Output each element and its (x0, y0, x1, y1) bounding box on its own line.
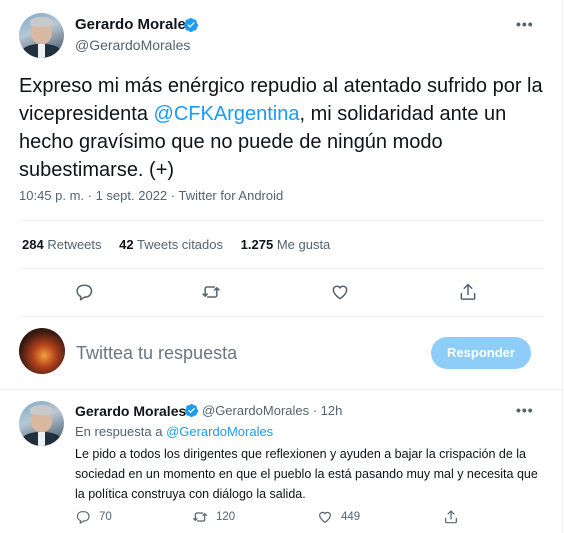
in-reply-prefix: En respuesta a (75, 424, 167, 439)
divider (0, 389, 563, 390)
retweet-icon[interactable] (201, 282, 221, 302)
retweets-stat[interactable]: 284 Retweets (22, 237, 102, 252)
divider (19, 316, 545, 317)
reply-share-action[interactable] (443, 509, 459, 527)
likes-count: 1.275 (240, 237, 274, 252)
reply-like-action[interactable]: 449 (317, 509, 360, 527)
reply-author-avatar[interactable] (19, 401, 64, 446)
reply-retweets-count: 120 (216, 511, 236, 523)
reply-author-handle-time[interactable]: @GerardoMorales · 12h (202, 403, 342, 418)
in-reply-handle-link[interactable]: @GerardoMorales (166, 424, 273, 439)
share-icon[interactable] (458, 282, 478, 302)
quotes-count: 42 (119, 237, 134, 252)
reply-button[interactable]: Responder (431, 337, 531, 369)
mention-link[interactable]: @CFKArgentina (154, 103, 300, 125)
reply-retweet-action[interactable]: 120 (192, 509, 235, 527)
share-icon (445, 510, 457, 524)
author-avatar[interactable] (19, 13, 64, 58)
divider (19, 220, 545, 221)
reply-reply-action[interactable]: 70 (75, 509, 112, 527)
like-icon (319, 511, 331, 524)
author-name[interactable]: Gerardo Morales (75, 16, 194, 33)
quotes-stat[interactable]: 42 Tweets citados (119, 237, 223, 252)
reply-replies-count: 70 (99, 511, 112, 523)
reply-likes-count: 449 (341, 511, 361, 523)
reply-icon[interactable] (74, 282, 94, 302)
tweet-meta[interactable]: 10:45 p. m. · 1 sept. 2022 · Twitter for… (19, 188, 283, 203)
current-user-avatar[interactable] (19, 328, 65, 374)
quotes-label: Tweets citados (137, 237, 224, 252)
tweet-stats: 284 Retweets 42 Tweets citados 1.275 Me … (22, 237, 344, 252)
reply-text: Le pido a todos los dirigentes que refle… (75, 447, 538, 501)
reply-author-name[interactable]: Gerardo Morales (75, 403, 186, 419)
likes-label: Me gusta (276, 237, 331, 252)
retweet-icon (193, 512, 207, 522)
reply-icon (76, 511, 90, 525)
in-reply-to: En respuesta a @GerardoMorales (75, 424, 273, 439)
verified-badge-icon (184, 403, 199, 418)
tweet-text: Expreso mi más enérgico repudio al atent… (19, 72, 547, 184)
like-icon[interactable] (330, 282, 350, 302)
tweet-detail-view: Gerardo Morales @GerardoMorales ••• Expr… (0, 0, 563, 533)
verified-badge-icon (183, 18, 198, 32)
more-options-icon[interactable]: ••• (516, 16, 534, 32)
reply-more-options-icon[interactable]: ••• (516, 402, 534, 418)
author-handle[interactable]: @GerardoMorales (75, 37, 190, 53)
retweets-label: Retweets (47, 237, 102, 252)
retweets-count: 284 (22, 237, 44, 252)
divider (19, 268, 545, 269)
reply-input[interactable]: Twittea tu respuesta (76, 343, 237, 364)
likes-stat[interactable]: 1.275 Me gusta (241, 237, 331, 252)
